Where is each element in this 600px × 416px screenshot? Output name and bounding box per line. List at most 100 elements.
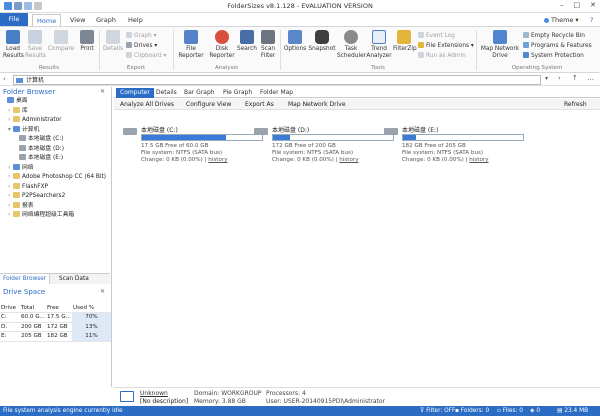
file-reporter-button[interactable]: File Reporter [176,30,206,59]
path-dropdown-icon[interactable]: ▾ [545,75,548,82]
file-extensions-dropdown[interactable]: File Extensions ▾ [418,42,474,49]
tab-view[interactable]: View [66,14,89,26]
tab-folder-browser[interactable]: Folder Browser [0,274,51,284]
snapshot-button[interactable]: Snapshot [308,30,336,53]
system-protection-button[interactable]: System Protection [523,52,584,59]
empty-recycle-bin-button[interactable]: Empty Recycle Bin [523,32,585,39]
tree-item[interactable]: 桌面 [0,97,108,107]
tab-pie-graph[interactable]: Pie Graph [219,88,256,98]
path-input[interactable]: 计算机 [13,75,541,85]
clock-icon [344,30,358,44]
print-icon [80,30,94,44]
pin-icon[interactable]: ✕ [100,88,105,95]
tab-computer[interactable]: Computer [116,88,154,98]
tree-item[interactable]: › Administrator [0,116,108,126]
network-drive-icon [493,30,507,44]
filezip-button[interactable]: FilterZip [393,30,417,53]
drive-card[interactable]: 本地磁盘 (D:) 172 GB Free of 200 GB File syste… [254,125,394,164]
tree-item[interactable]: › 网络 [0,163,108,174]
search-button[interactable]: Search [236,30,258,53]
tab-home[interactable]: Home [32,14,62,26]
back-icon[interactable]: ‹ [3,75,6,83]
minimize-button[interactable]: – [560,1,564,9]
configure-view-button[interactable]: Configure View [186,99,231,110]
disk-reporter-button[interactable]: Disk Reporter [209,30,235,59]
graph-dropdown[interactable]: Graph ▾ [126,32,157,39]
drive-space-close-icon[interactable]: ✕ [100,288,105,295]
drive-usage-fill [142,135,226,140]
folders-count: ▪ Folders: 0 [455,408,490,414]
drive-icon [19,154,26,160]
tab-bar-graph[interactable]: Bar Graph [180,88,219,98]
export-as-button[interactable]: Export As [245,99,274,110]
drive-space-row[interactable]: D: 200 GB 172 GB 13% [0,322,111,332]
col-used[interactable]: Used % [72,303,111,313]
tree-item[interactable]: › 库 [0,106,108,117]
analyze-all-drives-button[interactable]: Analyze All Drives [120,99,174,110]
tree-item-label: 计算机 [22,126,40,133]
history-link[interactable]: history [208,157,227,163]
options-button[interactable]: Options [283,30,307,53]
tree-item[interactable]: › 报表 [0,201,108,212]
camera-icon [315,30,329,44]
browse-icon[interactable]: … [587,74,594,82]
tree-item[interactable]: 本地磁盘 (C:) [0,135,108,145]
event-log-button[interactable]: Event Log [418,32,455,39]
window-title: FolderSizes v8.1.128 - EVALUATION VERSIO… [227,2,373,10]
tree-item[interactable]: 本地磁盘 (E:) [0,154,108,164]
trend-analyzer-button[interactable]: Trend Analyzer [366,30,392,59]
tab-help[interactable]: Help [124,14,147,26]
tab-file[interactable]: File [0,13,28,26]
details-button[interactable]: Details [102,30,124,53]
clipboard-dropdown[interactable]: Clipboard ▾ [126,52,166,59]
computer-name-link[interactable]: Unknown [140,390,168,397]
map-network-drive-link[interactable]: Map Network Drive [288,99,346,110]
drive-space-row[interactable]: E: 205 GB 182 GB 11% [0,331,111,342]
programs-features-button[interactable]: Programs & Features [523,42,592,49]
up-icon[interactable]: ↑ [572,74,578,82]
col-total[interactable]: Total [20,303,46,313]
map-network-drive-button[interactable]: Map Network Drive [479,30,521,59]
drive-space-row[interactable]: C: 60.0 G... 17.5 G... 70% [0,312,111,323]
folder-icon [13,182,20,189]
drives-dropdown[interactable]: Drives ▾ [126,42,157,49]
col-free[interactable]: Free [46,303,72,313]
maximize-button[interactable]: □ [574,1,581,9]
compare-button[interactable]: Compare [47,30,75,53]
tree-item[interactable]: ▾ 计算机 [0,125,108,136]
file-extensions-icon [418,42,424,48]
splitter[interactable] [111,87,112,387]
tree-item[interactable]: › 网络编程超级工具箱 [0,211,108,221]
forward-icon[interactable]: › [558,74,561,82]
load-results-button[interactable]: Load Results [3,30,24,59]
tree-item[interactable]: › P2PSearchers2 [0,192,108,202]
status-text: File system analysis engine currently id… [3,408,123,414]
drive-card[interactable]: 本地磁盘 (E:) 182 GB Free of 205 GB File syste… [384,125,524,164]
save-results-button[interactable]: Save Results [25,30,46,59]
tab-graph[interactable]: Graph [92,14,120,26]
history-link[interactable]: history [469,157,488,163]
computer-toolbar: Analyze All Drives Configure View Export… [114,99,600,110]
run-as-admin-button[interactable]: Run as Admin [418,52,466,59]
tab-folder-map[interactable]: Folder Map [256,88,297,98]
filter-status[interactable]: ⊽ Filter: OFF [420,406,455,416]
tree-item[interactable]: › FlashFXP [0,182,108,193]
scan-filter-button[interactable]: Scan Filter [259,30,277,59]
history-link[interactable]: history [339,157,358,163]
tree-item[interactable]: 本地磁盘 (D:) [0,144,108,155]
theme-menu[interactable]: Theme ▾ [540,14,583,26]
print-button[interactable]: Print [77,30,97,53]
tab-details[interactable]: Details [152,88,181,98]
refresh-button[interactable]: Refresh [564,99,587,110]
close-button[interactable]: ✕ [590,1,596,9]
tree-item[interactable]: › Adobe Photoshop CC (64 Bit) [0,173,108,183]
cell-total: 60.0 G... [20,312,46,323]
compare-icon [54,30,68,44]
drive-card[interactable]: 本地磁盘 (C:) 17.5 GB Free of 60.0 GB File sys… [123,125,263,164]
tab-scan-data[interactable]: Scan Data [56,274,92,284]
cell-free: 182 GB [46,331,72,342]
col-drive[interactable]: Drive [0,303,20,313]
task-scheduler-button[interactable]: Task Scheduler [337,30,366,59]
help-icon[interactable]: ? [586,14,597,26]
tree-item-label: Administrator [22,117,62,123]
